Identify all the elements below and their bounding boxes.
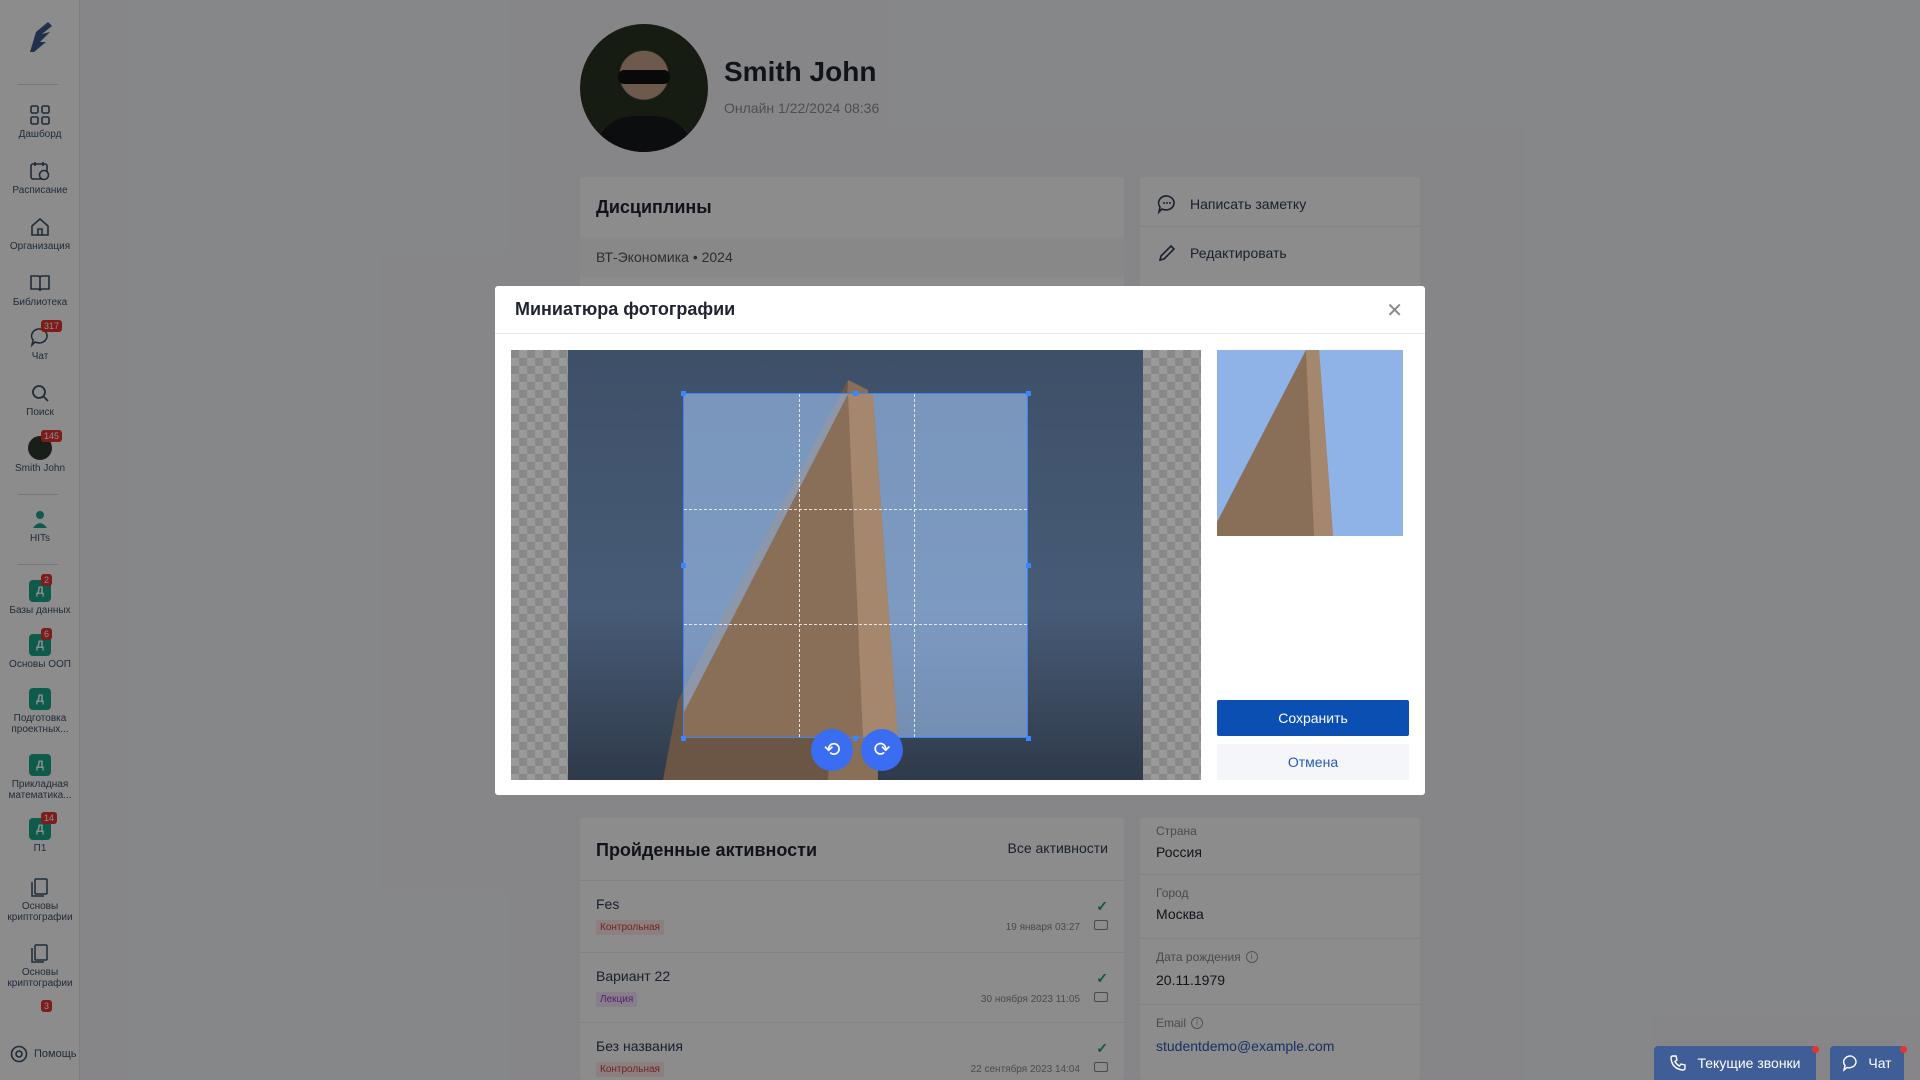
- photo-thumbnail-modal: Миниатюра фотографии ✕ ⟲ ⟳ Сохранить Отм…: [495, 286, 1425, 795]
- crop-handle-left[interactable]: [681, 563, 686, 568]
- notification-dot: [1812, 1046, 1819, 1053]
- crop-handle-top[interactable]: [853, 391, 858, 396]
- rotate-left-button[interactable]: ⟲: [811, 729, 853, 771]
- phone-icon: [1670, 1055, 1687, 1071]
- current-calls-label: Текущие звонки: [1697, 1055, 1801, 1071]
- crop-handle-bottom[interactable]: [853, 736, 858, 741]
- rotate-right-button[interactable]: ⟳: [861, 729, 903, 771]
- crop-handle-top-right[interactable]: [1026, 391, 1031, 396]
- crop-handle-right[interactable]: [1026, 563, 1031, 568]
- thumbnail-preview: [1217, 350, 1403, 536]
- current-calls-button[interactable]: Текущие звонки: [1654, 1046, 1816, 1080]
- notification-dot: [1900, 1046, 1907, 1053]
- grid-line: [914, 394, 915, 737]
- modal-title: Миниатюра фотографии: [515, 299, 736, 319]
- crop-handle-bottom-right[interactable]: [1026, 736, 1031, 741]
- grid-line: [684, 624, 1027, 625]
- cancel-button[interactable]: Отмена: [1217, 744, 1409, 780]
- crop-handle-bottom-left[interactable]: [681, 736, 686, 741]
- chat-float-button[interactable]: Чат: [1830, 1046, 1904, 1080]
- close-icon[interactable]: ✕: [1386, 298, 1403, 323]
- save-button[interactable]: Сохранить: [1217, 700, 1409, 736]
- cropped-building: [684, 394, 898, 737]
- chat-icon: [1843, 1055, 1858, 1072]
- grid-line: [684, 509, 1027, 510]
- modal-header: Миниатюра фотографии ✕: [495, 286, 1425, 334]
- grid-line: [799, 394, 800, 737]
- preview-building: [1217, 350, 1333, 536]
- crop-handle-top-left[interactable]: [681, 391, 686, 396]
- chat-float-label: Чат: [1868, 1055, 1892, 1071]
- crop-selection[interactable]: [683, 393, 1028, 738]
- image-cropper[interactable]: ⟲ ⟳: [511, 350, 1201, 780]
